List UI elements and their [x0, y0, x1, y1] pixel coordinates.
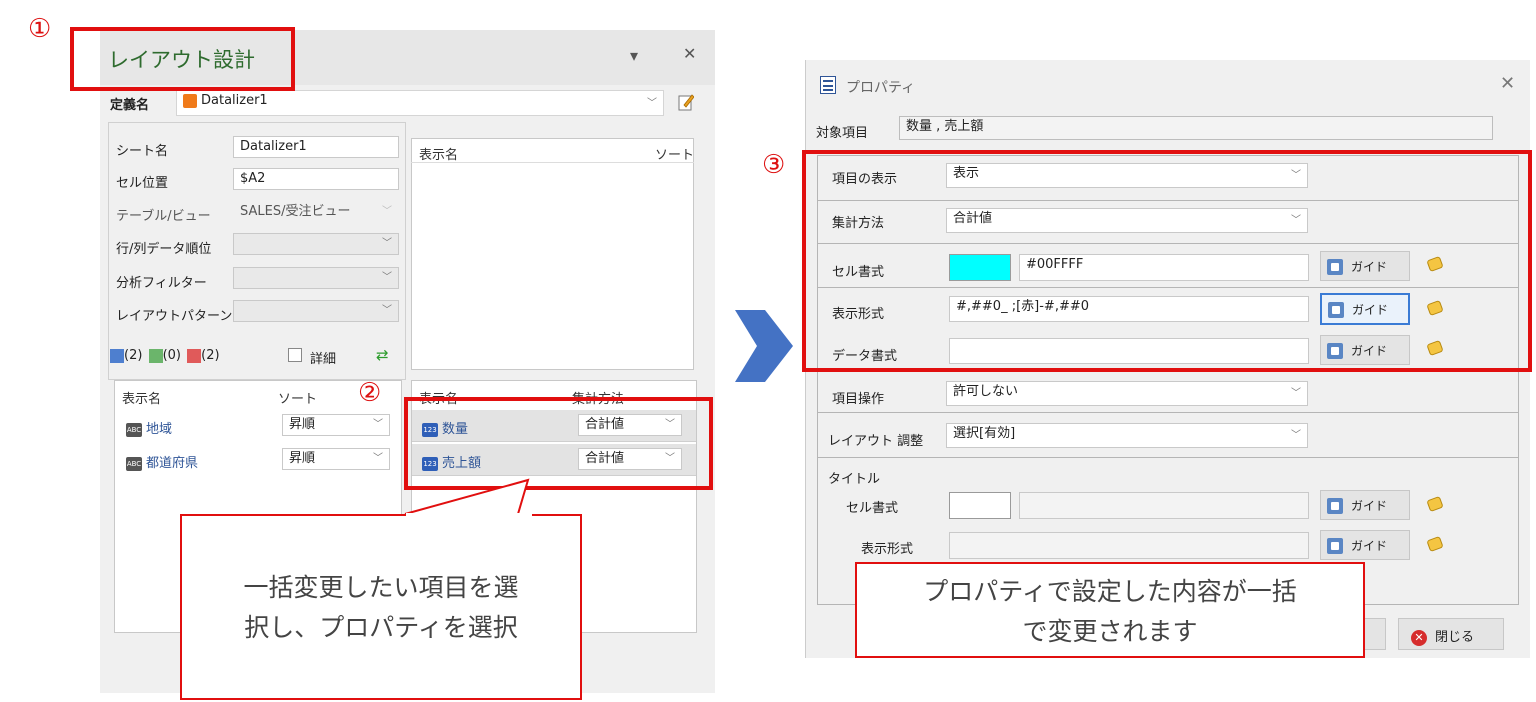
right-arrow-icon — [735, 310, 793, 382]
field-count-row: (2) (0) (2) — [110, 348, 220, 363]
detail-checkbox[interactable] — [288, 348, 302, 362]
title-display-format-guide-button[interactable]: ガイド — [1320, 530, 1410, 560]
panel-close-icon[interactable]: ✕ — [683, 44, 696, 63]
target-items-value: 数量 , 売上額 — [899, 116, 1493, 140]
title-display-format-input[interactable] — [949, 532, 1309, 559]
close-button-label: 閉じる — [1435, 630, 1475, 645]
title-highlight-box — [70, 27, 295, 91]
layout-pattern-select[interactable]: ﹀ — [233, 300, 399, 322]
callout-left-line2: 択し、プロパティを選択 — [244, 613, 518, 642]
guide-icon — [1327, 498, 1343, 514]
chevron-down-icon: ﹀ — [382, 238, 392, 249]
definition-name-select[interactable]: Datalizer1 ﹀ — [176, 90, 664, 116]
callout-right: プロパティで設定した内容が一括 で変更されます — [855, 562, 1365, 658]
sheet-name-input[interactable]: Datalizer1 — [233, 136, 399, 158]
analysis-filter-label: 分析フィルター — [116, 276, 207, 291]
title-cell-color-swatch[interactable] — [949, 492, 1011, 519]
layout-pattern-label: レイアウトパターン — [116, 309, 233, 324]
target-items-label: 対象項目 — [816, 126, 869, 141]
chevron-down-icon: ﹀ — [647, 98, 657, 109]
chevron-down-icon: ﹀ — [382, 206, 392, 217]
display-list-sort-header: ソート — [655, 148, 695, 163]
close-icon[interactable]: ✕ — [1500, 73, 1515, 94]
callout-left: 一括変更したい項目を選 択し、プロパティを選択 — [180, 514, 582, 700]
marker-2: ② — [358, 378, 382, 408]
close-circle-icon: ✕ — [1411, 629, 1427, 646]
column-field-icon — [148, 348, 163, 363]
chevron-down-icon: ﹀ — [382, 305, 392, 316]
row-list-sort-header: ソート — [278, 392, 318, 407]
title-group-label: タイトル — [828, 472, 881, 487]
row-item-sort-value: 昇順 — [289, 417, 316, 432]
title-cell-format-guide-button[interactable]: ガイド — [1320, 490, 1410, 520]
item-operation-select[interactable]: 許可しない ﹀ — [946, 381, 1308, 406]
definition-name-label: 定義名 — [110, 98, 150, 113]
row-col-order-label: 行/列データ順位 — [116, 242, 212, 257]
abc-icon: ABC — [126, 456, 142, 471]
table-view-label: テーブル/ビュー — [116, 209, 211, 224]
sheet-name-label: シート名 — [116, 144, 169, 159]
dialog-title: プロパティ — [846, 80, 916, 96]
close-button[interactable]: ✕ 閉じる — [1398, 618, 1504, 650]
callout-right-line1: プロパティで設定した内容が一括 — [923, 577, 1297, 606]
guide-icon — [1327, 538, 1343, 554]
column-count: (0) — [162, 348, 181, 363]
cell-position-label: セル位置 — [116, 176, 169, 191]
divider — [818, 457, 1518, 458]
property-icon — [820, 76, 836, 94]
row-item-sort-value: 昇順 — [289, 451, 316, 466]
detail-label: 詳細 — [310, 352, 337, 367]
row-count: (2) — [124, 348, 143, 363]
refresh-icon[interactable]: ⇄ — [376, 346, 389, 364]
layout-adjust-value: 選択[有効] — [953, 426, 1016, 441]
row-item-name: 都道府県 — [146, 456, 199, 471]
marker-1: ① — [28, 14, 52, 44]
cell-position-input[interactable]: $A2 — [233, 168, 399, 190]
layout-adjust-label: レイアウト 調整 — [828, 434, 924, 449]
title-cell-format-label: セル書式 — [846, 501, 899, 516]
callout-right-line2: で変更されます — [1022, 617, 1198, 646]
chevron-down-icon: ﹀ — [382, 272, 392, 283]
chevron-down-icon: ﹀ — [1291, 430, 1301, 441]
title-cell-format-input[interactable] — [1019, 492, 1309, 519]
divider — [818, 412, 1518, 413]
analysis-filter-select[interactable]: ﹀ — [233, 267, 399, 289]
row-col-order-select[interactable]: ﹀ — [233, 233, 399, 255]
list-item[interactable]: ABC 都道府県 — [126, 452, 198, 471]
divider — [411, 162, 694, 163]
display-list-name-header: 表示名 — [419, 148, 459, 163]
row-item-sort-select[interactable]: 昇順 ﹀ — [282, 414, 390, 436]
table-view-select: SALES/受注ビュー ﹀ — [233, 201, 399, 223]
chevron-down-icon: ﹀ — [373, 419, 383, 430]
callout-left-line1: 一括変更したい項目を選 — [243, 573, 519, 602]
guide-label: ガイド — [1351, 499, 1388, 513]
list-item[interactable]: ABC 地域 — [126, 418, 172, 437]
layout-adjust-select[interactable]: 選択[有効] ﹀ — [946, 423, 1308, 448]
guide-label: ガイド — [1351, 539, 1388, 553]
chevron-down-icon: ﹀ — [1291, 388, 1301, 399]
abc-icon: ABC — [126, 422, 142, 437]
marker-3: ③ — [762, 150, 786, 180]
properties-highlight-box — [802, 150, 1532, 372]
title-display-format-label: 表示形式 — [861, 542, 914, 557]
datalizer-file-icon — [183, 93, 197, 108]
chevron-down-icon: ﹀ — [373, 453, 383, 464]
table-view-value: SALES/受注ビュー — [240, 204, 351, 219]
callout-pointer-gap — [406, 513, 532, 517]
definition-name-value: Datalizer1 — [201, 93, 268, 108]
item-operation-label: 項目操作 — [832, 392, 885, 407]
value-count: (2) — [201, 348, 220, 363]
panel-menu-chevron-icon[interactable]: ▾ — [630, 46, 638, 65]
value-field-icon — [187, 348, 202, 363]
row-item-sort-select[interactable]: 昇順 ﹀ — [282, 448, 390, 470]
row-list-name-header: 表示名 — [122, 392, 162, 407]
item-operation-value: 許可しない — [953, 384, 1019, 399]
row-field-icon — [110, 348, 124, 363]
display-name-list[interactable] — [411, 138, 694, 370]
edit-icon[interactable] — [678, 93, 695, 111]
row-item-name: 地域 — [146, 422, 173, 437]
